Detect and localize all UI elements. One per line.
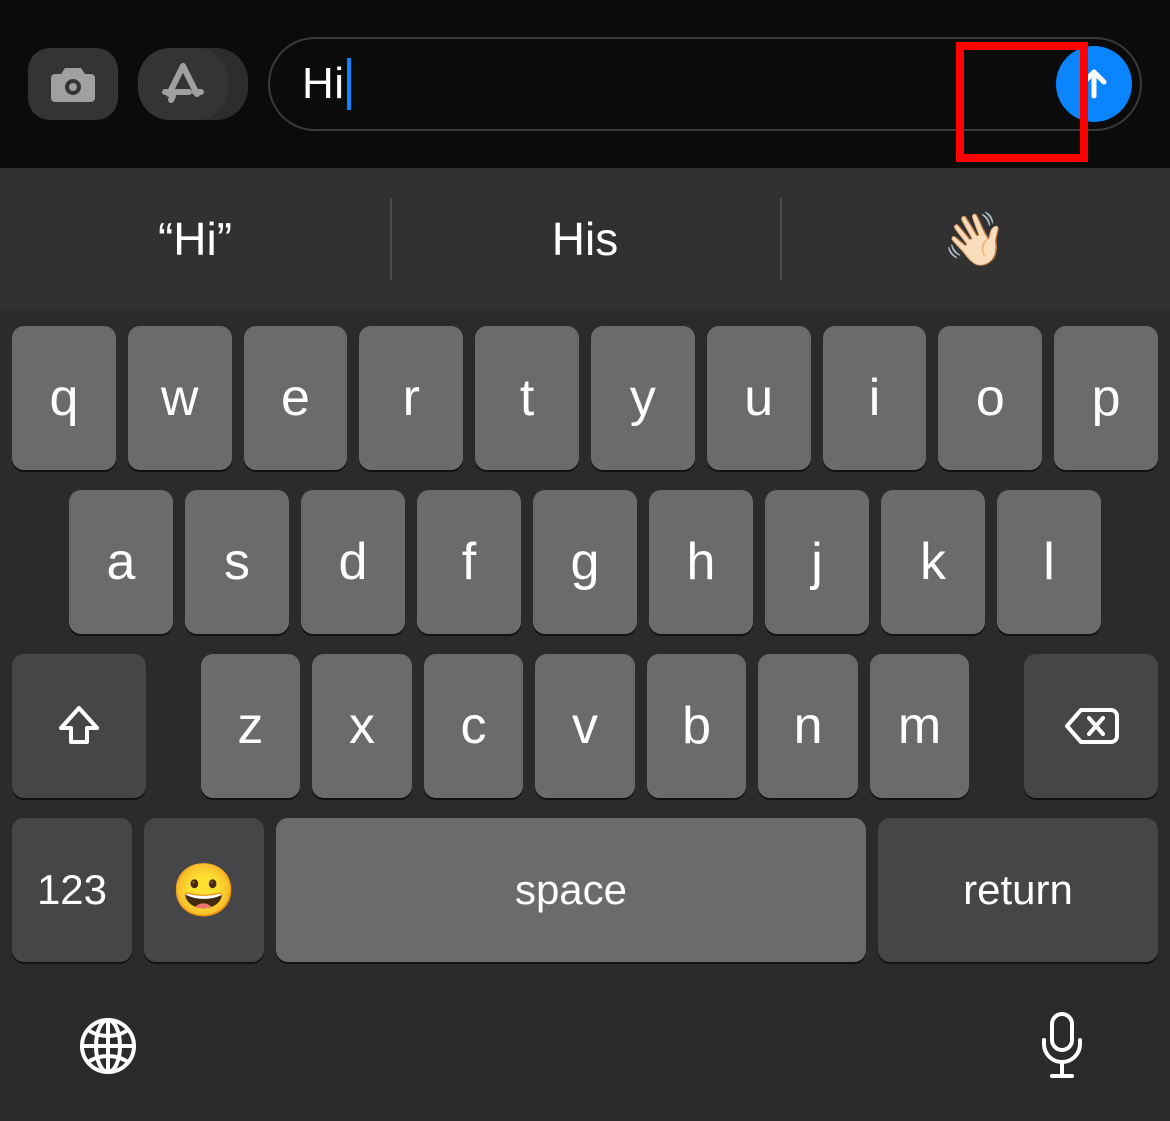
key-space[interactable]: space <box>276 818 866 962</box>
suggestion-label: “Hi” <box>158 212 232 266</box>
keyboard-dock <box>0 971 1170 1121</box>
backspace-icon <box>1063 706 1119 746</box>
arrow-up-icon <box>1074 64 1114 104</box>
globe-icon <box>76 1014 140 1078</box>
suggestion-2[interactable]: His <box>390 168 780 310</box>
key-e[interactable]: e <box>244 326 348 470</box>
key-emoji[interactable]: 😀 <box>144 818 264 962</box>
key-a[interactable]: a <box>69 490 173 634</box>
camera-icon <box>49 64 97 104</box>
key-g[interactable]: g <box>533 490 637 634</box>
key-p[interactable]: p <box>1054 326 1158 470</box>
key-k[interactable]: k <box>881 490 985 634</box>
key-v[interactable]: v <box>535 654 635 798</box>
key-t[interactable]: t <box>475 326 579 470</box>
message-input[interactable]: Hi <box>268 37 1142 131</box>
suggestion-3[interactable]: 👋🏻 <box>780 168 1170 310</box>
key-m[interactable]: m <box>870 654 970 798</box>
key-f[interactable]: f <box>417 490 521 634</box>
suggestion-label: 👋🏻 <box>943 209 1008 270</box>
text-caret <box>347 58 351 110</box>
key-z[interactable]: z <box>201 654 301 798</box>
key-l[interactable]: l <box>997 490 1101 634</box>
appstore-icon <box>159 60 207 108</box>
message-input-text: Hi <box>302 59 345 109</box>
key-w[interactable]: w <box>128 326 232 470</box>
key-return[interactable]: return <box>878 818 1158 962</box>
suggestion-1[interactable]: “Hi” <box>0 168 390 310</box>
key-y[interactable]: y <box>591 326 695 470</box>
key-numbers[interactable]: 123 <box>12 818 132 962</box>
key-r[interactable]: r <box>359 326 463 470</box>
microphone-icon <box>1036 1010 1088 1082</box>
key-q[interactable]: q <box>12 326 116 470</box>
dictation-button[interactable] <box>1014 998 1110 1094</box>
key-b[interactable]: b <box>647 654 747 798</box>
key-s[interactable]: s <box>185 490 289 634</box>
key-u[interactable]: u <box>707 326 811 470</box>
key-n[interactable]: n <box>758 654 858 798</box>
globe-button[interactable] <box>60 998 156 1094</box>
emoji-icon: 😀 <box>172 860 237 921</box>
app-drawer-button[interactable] <box>138 48 248 120</box>
key-d[interactable]: d <box>301 490 405 634</box>
key-o[interactable]: o <box>938 326 1042 470</box>
key-h[interactable]: h <box>649 490 753 634</box>
key-shift[interactable] <box>12 654 146 798</box>
message-input-bar: Hi <box>0 0 1170 168</box>
camera-button[interactable] <box>28 48 118 120</box>
suggestion-label: His <box>552 212 618 266</box>
key-x[interactable]: x <box>312 654 412 798</box>
key-backspace[interactable] <box>1024 654 1158 798</box>
key-c[interactable]: c <box>424 654 524 798</box>
shift-icon <box>55 702 103 750</box>
key-j[interactable]: j <box>765 490 869 634</box>
keyboard: q w e r t y u i o p a s d f g h j k l <box>0 310 1170 1121</box>
suggestion-bar: “Hi” His 👋🏻 <box>0 168 1170 310</box>
send-button[interactable] <box>1056 46 1132 122</box>
key-i[interactable]: i <box>823 326 927 470</box>
